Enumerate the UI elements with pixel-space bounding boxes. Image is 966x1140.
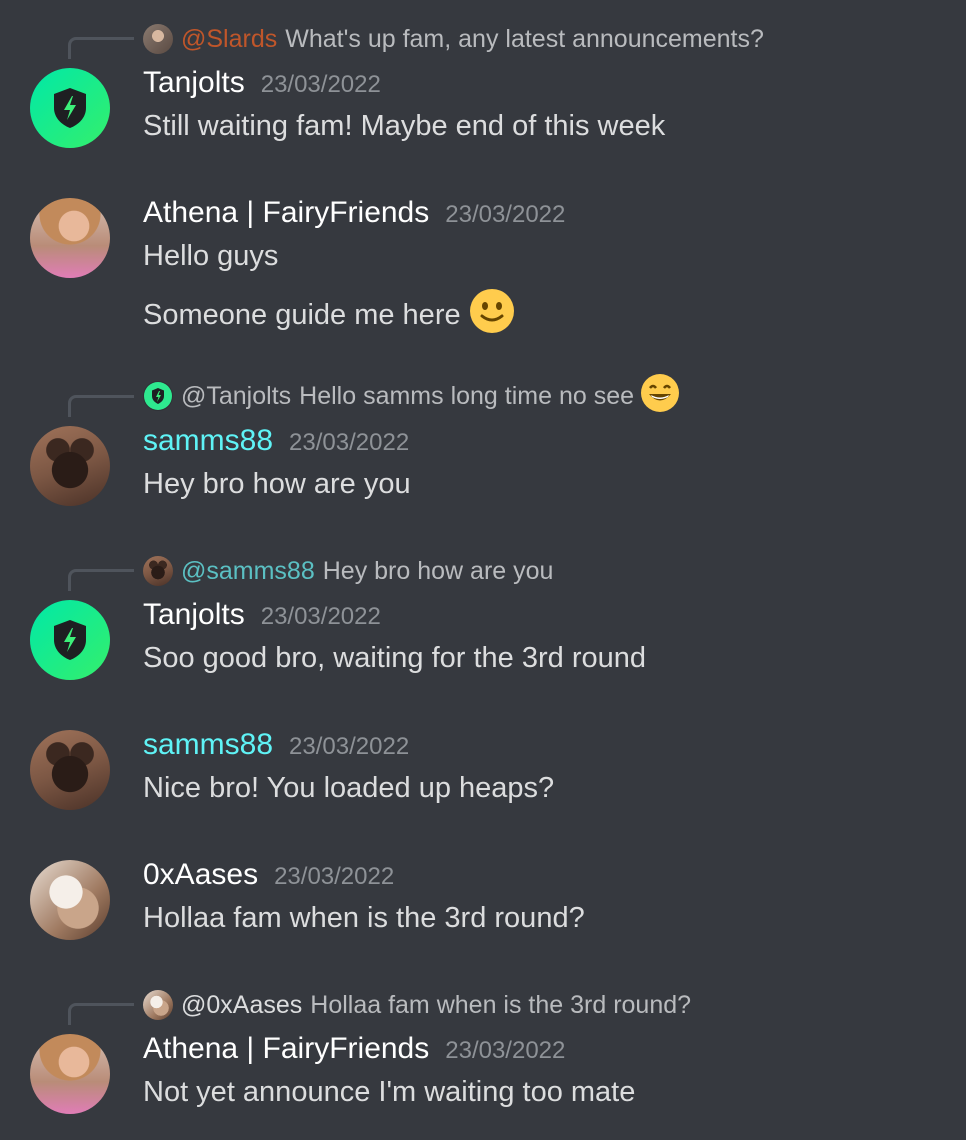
message-line: Not yet announce I'm waiting too mate — [143, 1076, 636, 1108]
username[interactable]: 0xAases — [143, 858, 258, 892]
message-line: Someone guide me here — [143, 298, 461, 331]
slards-avatar-icon — [143, 24, 173, 54]
reply-mention[interactable]: @Slards — [181, 25, 277, 54]
message-line: Nice bro! You loaded up heaps? — [143, 772, 555, 804]
timestamp: 23/03/2022 — [260, 71, 381, 98]
message-text: Hello guys — [143, 240, 278, 273]
username[interactable]: Tanjolts — [143, 66, 245, 100]
username[interactable]: samms88 — [143, 424, 273, 458]
reply-text: Hello samms long time no see — [299, 381, 635, 410]
reply-mention[interactable]: @samms88 — [181, 557, 315, 586]
reply-text: Hey bro how are you — [322, 556, 554, 585]
timestamp: 23/03/2022 — [445, 1037, 566, 1064]
timestamp: 23/03/2022 — [289, 429, 410, 456]
message-line: Hey bro how are you — [143, 468, 411, 500]
message-header: Tanjolts 23/03/2022 — [143, 598, 381, 634]
message-header: Tanjolts 23/03/2022 — [143, 66, 381, 102]
grinning-face-icon — [640, 373, 680, 420]
shield-lightning-icon[interactable] — [30, 68, 110, 148]
message-text: Someone guide me here — [143, 288, 515, 342]
reply-preview[interactable]: @samms88 Hey bro how are you — [143, 556, 553, 586]
message-line: Hollaa fam when is the 3rd round? — [143, 902, 585, 934]
slightly-smiling-face-icon — [469, 288, 515, 342]
message-text: Soo good bro, waiting for the 3rd round — [143, 642, 646, 675]
reply-mention[interactable]: @0xAases — [181, 991, 302, 1020]
shield-lightning-icon[interactable] — [30, 600, 110, 680]
reply-spine — [68, 37, 134, 59]
reply-preview[interactable]: @Slards What's up fam, any latest announ… — [143, 24, 764, 54]
cat-avatar-icon[interactable] — [30, 730, 110, 810]
chat-message-list: @Slards What's up fam, any latest announ… — [0, 0, 966, 1140]
message-text: Hey bro how are you — [143, 468, 411, 501]
username[interactable]: samms88 — [143, 728, 273, 762]
message-text: Hollaa fam when is the 3rd round? — [143, 902, 585, 935]
message-text: Nice bro! You loaded up heaps? — [143, 772, 554, 805]
dog-avatar-icon[interactable] — [30, 860, 110, 940]
message-header: samms88 23/03/2022 — [143, 424, 409, 460]
message-text: Still waiting fam! Maybe end of this wee… — [143, 110, 665, 143]
reply-preview[interactable]: @Tanjolts Hello samms long time no see — [143, 373, 680, 412]
shield-lightning-icon — [143, 381, 173, 411]
username[interactable]: Athena | FairyFriends — [143, 196, 429, 230]
cat-avatar-icon — [143, 556, 173, 586]
message-header: 0xAases 23/03/2022 — [143, 858, 394, 894]
timestamp: 23/03/2022 — [260, 603, 381, 630]
reply-text: What's up fam, any latest announcements? — [285, 24, 764, 53]
reply-spine — [68, 569, 134, 591]
timestamp: 23/03/2022 — [289, 733, 410, 760]
cat-avatar-icon[interactable] — [30, 426, 110, 506]
message-text: Not yet announce I'm waiting too mate — [143, 1076, 635, 1109]
athena-avatar-icon[interactable] — [30, 198, 110, 278]
dog-avatar-icon — [143, 990, 173, 1020]
message-line: Still waiting fam! Maybe end of this wee… — [143, 110, 666, 142]
username[interactable]: Tanjolts — [143, 598, 245, 632]
reply-spine — [68, 395, 134, 417]
reply-text: Hollaa fam when is the 3rd round? — [310, 990, 692, 1019]
reply-preview[interactable]: @0xAases Hollaa fam when is the 3rd roun… — [143, 990, 691, 1020]
username[interactable]: Athena | FairyFriends — [143, 1032, 429, 1066]
reply-mention[interactable]: @Tanjolts — [181, 382, 291, 411]
message-header: Athena | FairyFriends 23/03/2022 — [143, 196, 565, 232]
message-line: Hello guys — [143, 240, 279, 272]
message-header: Athena | FairyFriends 23/03/2022 — [143, 1032, 565, 1068]
timestamp: 23/03/2022 — [445, 201, 566, 228]
reply-spine — [68, 1003, 134, 1025]
message-line: Soo good bro, waiting for the 3rd round — [143, 642, 646, 674]
timestamp: 23/03/2022 — [274, 863, 395, 890]
athena-avatar-icon[interactable] — [30, 1034, 110, 1114]
message-header: samms88 23/03/2022 — [143, 728, 409, 764]
